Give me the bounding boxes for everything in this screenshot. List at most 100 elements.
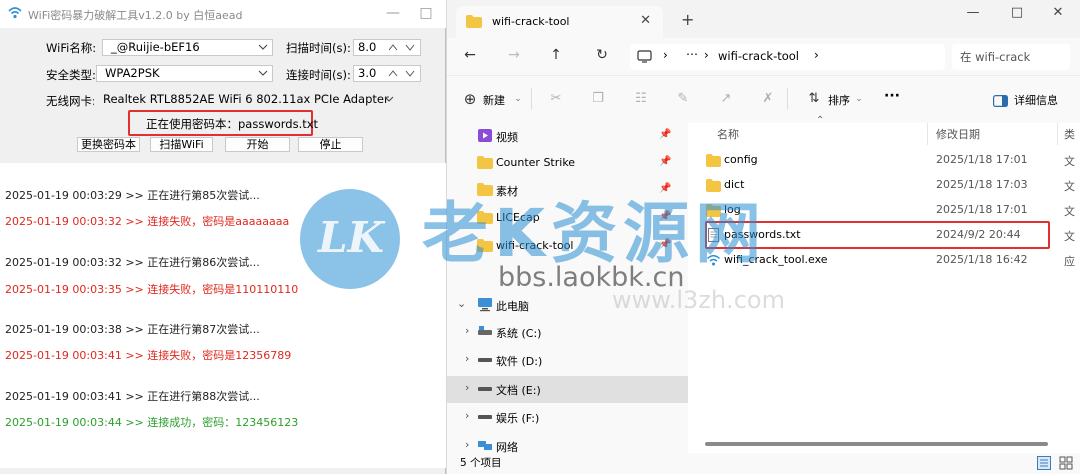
sidebar-item-drive-c[interactable]: › 系统 (C:) bbox=[447, 319, 688, 346]
close-button[interactable]: ✕ bbox=[1047, 4, 1069, 22]
search-placeholder: 在 wifi-crack bbox=[960, 50, 1031, 64]
sidebar-item-drive-d[interactable]: › 软件 (D:) bbox=[447, 347, 688, 374]
up-down-arrows-icon[interactable] bbox=[386, 41, 418, 54]
back-arrow-icon[interactable]: ← bbox=[462, 47, 478, 63]
item-count: 5 个项目 bbox=[460, 457, 502, 469]
chevron-right-icon[interactable]: › bbox=[465, 409, 469, 422]
log-line: 2025-01-19 00:03:32 >> 连接失败，密码是aaaaaaaa bbox=[5, 215, 290, 228]
tab-title: wifi-crack-tool bbox=[492, 15, 570, 28]
security-type-value: WPA2PSK bbox=[105, 66, 160, 80]
tab-wifi-crack-tool[interactable]: wifi-crack-tool ✕ bbox=[456, 6, 663, 38]
change-password-book-button[interactable]: 更换密码本 bbox=[77, 137, 140, 152]
connect-time-label: 连接时间(s): bbox=[286, 68, 351, 82]
list-view-icon[interactable] bbox=[1037, 456, 1051, 470]
folder-icon bbox=[477, 156, 493, 169]
chevron-right-icon[interactable]: › bbox=[465, 324, 469, 337]
sidebar-item-label: 娱乐 (F:) bbox=[496, 412, 540, 425]
divider bbox=[787, 88, 788, 110]
divider bbox=[531, 88, 532, 110]
wifi-name-select[interactable]: _@Ruijie-bEF16 bbox=[102, 39, 273, 56]
window-title: WiFi密码暴力破解工具v1.2.0 by 白恒aead bbox=[28, 9, 243, 22]
file-date: 2025/1/18 16:42 bbox=[936, 253, 1028, 266]
column-divider bbox=[927, 123, 928, 145]
monitor-icon bbox=[637, 50, 652, 63]
file-row-config[interactable]: config 2025/1/18 17:01 文 bbox=[688, 148, 1080, 173]
new-plus-icon[interactable]: ⊕ bbox=[461, 90, 479, 108]
sidebar-item-label: 视频 bbox=[496, 131, 518, 144]
file-date: 2025/1/18 17:01 bbox=[936, 203, 1028, 216]
paste-icon[interactable]: ☷ bbox=[632, 90, 650, 108]
security-type-label: 安全类型: bbox=[46, 68, 96, 82]
maximize-button[interactable]: □ bbox=[416, 4, 436, 22]
grid-view-icon[interactable] bbox=[1059, 456, 1073, 470]
details-pane-icon[interactable] bbox=[993, 95, 1008, 107]
sidebar-item-drive-e[interactable]: › 文档 (E:) bbox=[447, 376, 688, 403]
chevron-right-icon: › bbox=[663, 48, 668, 62]
sidebar-item-drive-f[interactable]: › 娱乐 (F:) bbox=[447, 404, 688, 431]
connect-time-stepper[interactable]: 3.0 bbox=[353, 65, 421, 82]
rename-icon[interactable]: ✎ bbox=[674, 90, 692, 108]
horizontal-scrollbar[interactable] bbox=[705, 442, 1048, 446]
minimize-button[interactable]: — bbox=[383, 4, 403, 22]
chevron-right-icon: › bbox=[704, 48, 709, 62]
up-down-arrows-icon[interactable] bbox=[386, 67, 418, 80]
computer-icon bbox=[478, 298, 492, 312]
chevron-right-icon[interactable]: › bbox=[465, 352, 469, 365]
folder-icon bbox=[706, 154, 721, 167]
details-button[interactable]: 详细信息 bbox=[1014, 92, 1058, 108]
status-bar: 5 个项目 bbox=[447, 453, 1080, 474]
search-input[interactable]: 在 wifi-crack bbox=[952, 44, 1070, 70]
scan-time-stepper[interactable]: 8.0 bbox=[353, 39, 421, 56]
forward-arrow-icon[interactable]: → bbox=[506, 47, 522, 63]
delete-icon[interactable]: ✗ bbox=[759, 90, 777, 108]
minimize-button[interactable]: — bbox=[962, 4, 984, 22]
drive-icon bbox=[478, 387, 492, 391]
file-date: 2025/1/18 17:03 bbox=[936, 178, 1028, 191]
close-icon[interactable]: ✕ bbox=[640, 13, 651, 28]
watermark-url-secondary: www.l3zh.com bbox=[612, 286, 785, 314]
pin-icon: 📌 bbox=[659, 129, 672, 140]
wifi-name-label: WiFi名称: bbox=[46, 41, 97, 55]
column-type[interactable]: 类 bbox=[1064, 126, 1075, 142]
adapter-value: Realtek RTL8852AE WiFi 6 802.11ax PCIe A… bbox=[103, 92, 389, 106]
chevron-right-icon: › bbox=[814, 48, 819, 62]
file-type: 文 bbox=[1064, 180, 1075, 193]
file-type: 文 bbox=[1064, 205, 1075, 218]
chevron-right-icon[interactable]: › bbox=[465, 381, 469, 394]
refresh-icon[interactable]: ↻ bbox=[594, 47, 610, 63]
breadcrumb-folder[interactable]: wifi-crack-tool bbox=[718, 49, 799, 63]
command-bar: ⊕ 新建 ⌄ ✂ ❐ ☷ ✎ ↗ ✗ ⇅ 排序 ⌄ ··· 详细信息 bbox=[447, 75, 1080, 123]
address-bar[interactable]: › ⋯ › wifi-crack-tool › bbox=[630, 44, 945, 70]
sidebar-item-videos[interactable]: 视频 📌 bbox=[447, 123, 688, 150]
log-line: 2025-01-19 00:03:44 >> 连接成功，密码：123456123 bbox=[5, 416, 299, 429]
cut-icon[interactable]: ✂ bbox=[547, 90, 565, 108]
sidebar-item-counter-strike[interactable]: Counter Strike 📌 bbox=[447, 150, 688, 177]
copy-icon[interactable]: ❐ bbox=[589, 90, 607, 108]
chevron-down-icon bbox=[258, 70, 268, 76]
sidebar-item-network[interactable]: › 网络 bbox=[447, 433, 688, 453]
chevron-right-icon[interactable]: › bbox=[465, 438, 469, 451]
sort-button[interactable]: 排序 bbox=[828, 92, 850, 108]
file-type: 文 bbox=[1064, 230, 1075, 243]
adapter-select[interactable]: Realtek RTL8852AE WiFi 6 802.11ax PCIe A… bbox=[94, 91, 399, 108]
more-locations-icon[interactable]: ⋯ bbox=[686, 47, 698, 61]
chevron-down-icon[interactable]: ⌄ bbox=[457, 297, 466, 310]
file-type: 文 bbox=[1064, 155, 1075, 168]
new-button[interactable]: 新建 bbox=[483, 92, 505, 108]
current-password-book: 正在使用密码本：passwords.txt bbox=[146, 117, 319, 131]
start-button[interactable]: 开始 bbox=[225, 137, 290, 152]
sidebar-item-label: 软件 (D:) bbox=[496, 355, 543, 368]
sidebar-item-label: 此电脑 bbox=[496, 300, 529, 313]
up-arrow-icon[interactable]: ↑ bbox=[548, 47, 564, 63]
sort-icon[interactable]: ⇅ bbox=[805, 90, 823, 108]
column-modified[interactable]: 修改日期 bbox=[936, 126, 980, 142]
more-options-button[interactable]: ··· bbox=[884, 88, 900, 104]
stop-button[interactable]: 停止 bbox=[298, 137, 363, 152]
column-name[interactable]: 名称 bbox=[717, 126, 739, 142]
new-tab-icon[interactable]: + bbox=[681, 10, 694, 29]
security-type-select[interactable]: WPA2PSK bbox=[96, 65, 273, 82]
share-icon[interactable]: ↗ bbox=[717, 90, 735, 108]
folder-icon bbox=[466, 15, 482, 28]
maximize-button[interactable]: □ bbox=[1006, 4, 1028, 22]
scan-wifi-button[interactable]: 扫描WiFi bbox=[150, 137, 213, 152]
